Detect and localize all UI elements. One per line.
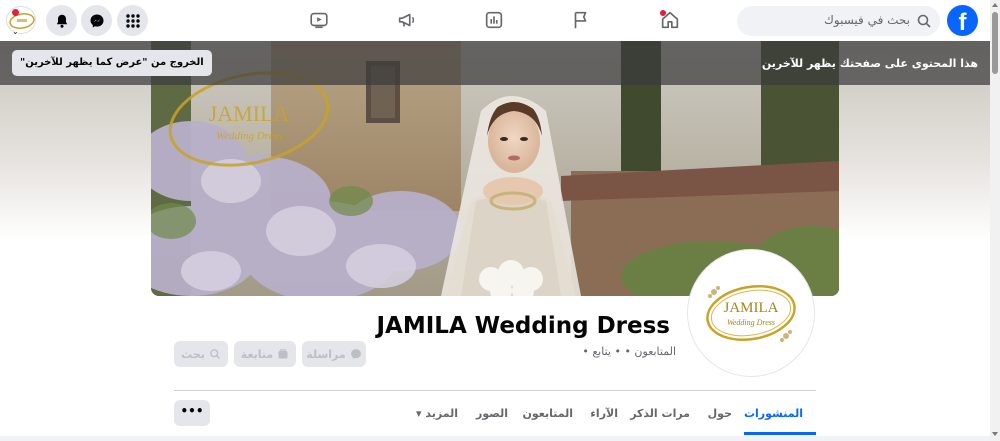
search-box[interactable]: بحث في فيسبوك xyxy=(737,6,940,36)
messenger-icon xyxy=(90,14,103,27)
flag-icon xyxy=(574,11,587,29)
exit-view-as-button[interactable]: الخروج من "عرض كما يظهر للآخرين" xyxy=(12,50,212,76)
video-icon xyxy=(310,12,328,29)
menu-button[interactable] xyxy=(117,5,148,36)
tab-posts[interactable]: المنشورات xyxy=(744,407,803,420)
tab-photos[interactable]: الصور xyxy=(476,407,508,420)
page-title: JAMILA Wedding Dress xyxy=(376,313,671,339)
chevron-down-icon[interactable]: ⌄ xyxy=(12,27,19,36)
notifications-button[interactable] xyxy=(46,5,77,36)
content-area-edge xyxy=(0,436,990,441)
follow-button[interactable]: متابعة xyxy=(234,341,296,367)
page-search-button[interactable]: بحث xyxy=(174,341,228,367)
search-placeholder: بحث في فيسبوك xyxy=(823,13,910,27)
tab-more[interactable]: المزيد ▾ xyxy=(416,407,458,420)
profile-logo-subtitle: Wedding Dress xyxy=(727,318,775,327)
followers-count[interactable]: المتابعون • • يتابع • xyxy=(582,345,676,358)
home-nav-button[interactable] xyxy=(655,5,685,35)
messenger-button[interactable] xyxy=(81,5,112,36)
tab-mentions[interactable]: مرات الذكر xyxy=(630,407,690,420)
active-tab-indicator xyxy=(744,432,816,435)
home-notification-dot xyxy=(660,10,666,16)
insights-icon xyxy=(485,11,503,29)
insights-nav-button[interactable] xyxy=(479,5,509,35)
scroll-up-arrow-icon[interactable] xyxy=(992,3,998,7)
account-avatar[interactable] xyxy=(6,6,36,34)
page-search-label: بحث xyxy=(181,347,205,361)
page-scrollbar[interactable] xyxy=(990,0,1000,441)
top-navigation-bar: f بحث في فيسبوك ⌄ xyxy=(0,0,990,41)
grid-menu-icon xyxy=(125,13,140,28)
follow-icon xyxy=(278,349,288,359)
message-button-label: مراسلة xyxy=(306,347,346,361)
pages-nav-button[interactable] xyxy=(566,5,596,35)
cover-watermark-title: JAMILA xyxy=(209,101,290,126)
cover-watermark-subtitle: Wedding Dress xyxy=(216,130,282,142)
tab-about[interactable]: حول xyxy=(708,407,732,420)
messenger-icon xyxy=(350,349,361,359)
view-as-message: هذا المحتوى على صفحتك يظهر للآخرين xyxy=(761,57,978,70)
profile-logo-image: JAMILA Wedding Dress xyxy=(692,254,810,372)
megaphone-icon xyxy=(398,13,415,27)
profile-logo-title: JAMILA xyxy=(724,300,779,316)
message-button[interactable]: مراسلة xyxy=(302,341,366,367)
bell-icon xyxy=(56,14,67,28)
ads-nav-button[interactable] xyxy=(392,5,422,35)
tab-followers[interactable]: المتابعون xyxy=(522,407,573,420)
more-options-button[interactable]: ••• xyxy=(174,400,210,426)
scrollbar-thumb[interactable] xyxy=(992,12,998,74)
search-icon xyxy=(917,14,931,28)
follow-button-label: متابعة xyxy=(240,347,274,361)
header-divider xyxy=(174,390,816,391)
video-nav-button[interactable] xyxy=(304,5,334,35)
scroll-down-arrow-icon[interactable] xyxy=(992,432,998,436)
facebook-logo[interactable]: f xyxy=(947,5,978,36)
avatar-notification-dot xyxy=(12,9,19,16)
tab-reviews[interactable]: الآراء xyxy=(590,407,618,420)
profile-picture[interactable]: JAMILA Wedding Dress xyxy=(688,250,814,376)
search-icon xyxy=(210,349,220,359)
